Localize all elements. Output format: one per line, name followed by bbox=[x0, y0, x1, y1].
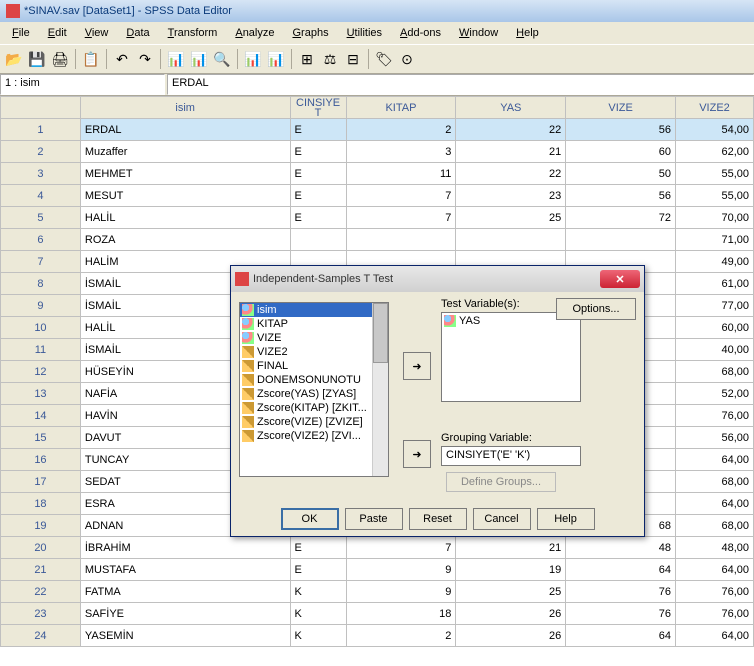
open-icon[interactable]: 📂 bbox=[4, 49, 24, 69]
reset-button[interactable]: Reset bbox=[409, 508, 467, 530]
var-item[interactable]: Zscore(KITAP) [ZKIT... bbox=[240, 401, 388, 415]
cell-bar: 1 : isim ERDAL bbox=[0, 74, 754, 96]
var-item[interactable]: Zscore(VIZE2) [ZVI... bbox=[240, 429, 388, 443]
ok-button[interactable]: OK bbox=[281, 508, 339, 530]
menu-window[interactable]: Window bbox=[451, 25, 506, 41]
col-cinsiyet[interactable]: CINSIYET bbox=[290, 97, 346, 119]
find-icon[interactable]: 🔍 bbox=[212, 49, 232, 69]
scrollbar[interactable] bbox=[372, 303, 388, 476]
scale-icon bbox=[242, 416, 254, 428]
source-var-list[interactable]: isimKITAPVIZEVIZE2FINALDONEMSONUNOTUZsco… bbox=[239, 302, 389, 477]
col-yas[interactable]: YAS bbox=[456, 97, 566, 119]
scale-icon bbox=[242, 430, 254, 442]
grouping-var-label: Grouping Variable: bbox=[441, 432, 532, 444]
dialog-title: Independent-Samples T Test bbox=[253, 273, 393, 285]
table-row[interactable]: 23SAFİYEK18267676,00 bbox=[1, 603, 754, 625]
col-kitap[interactable]: KITAP bbox=[346, 97, 456, 119]
toolbar: 📂 💾 🖨 📋 ↶ ↷ 📊 📊 🔍 📊 📊 ⊞ ⚖ ⊟ 🏷 ⊙ bbox=[0, 44, 754, 74]
help-button[interactable]: Help bbox=[537, 508, 595, 530]
var-item[interactable]: FINAL bbox=[240, 359, 388, 373]
scale-icon bbox=[242, 346, 254, 358]
cell-name-box[interactable]: 1 : isim bbox=[0, 74, 165, 95]
t-test-dialog: Independent-Samples T Test ✕ isimKITAPVI… bbox=[230, 265, 645, 537]
col-isim[interactable]: isim bbox=[80, 97, 290, 119]
redo-icon[interactable]: ↷ bbox=[135, 49, 155, 69]
menu-help[interactable]: Help bbox=[508, 25, 547, 41]
titlebar: *SINAV.sav [DataSet1] - SPSS Data Editor bbox=[0, 0, 754, 22]
var-item[interactable]: Zscore(YAS) [ZYAS] bbox=[240, 387, 388, 401]
goto-var-icon[interactable]: 📊 bbox=[189, 49, 209, 69]
insert-var-icon[interactable]: 📊 bbox=[266, 49, 286, 69]
save-icon[interactable]: 💾 bbox=[27, 49, 47, 69]
menu-add-ons[interactable]: Add-ons bbox=[392, 25, 449, 41]
table-row[interactable]: 20İBRAHİME7214848,00 bbox=[1, 537, 754, 559]
paste-button[interactable]: Paste bbox=[345, 508, 403, 530]
table-row[interactable]: 3MEHMETE11225055,00 bbox=[1, 163, 754, 185]
use-sets-icon[interactable]: ⊙ bbox=[397, 49, 417, 69]
table-row[interactable]: 6ROZA71,00 bbox=[1, 229, 754, 251]
menu-utilities[interactable]: Utilities bbox=[339, 25, 390, 41]
table-row[interactable]: 21MUSTAFAE9196464,00 bbox=[1, 559, 754, 581]
cell-value-box[interactable]: ERDAL bbox=[167, 74, 754, 95]
move-to-group-button[interactable]: ➜ bbox=[403, 440, 431, 468]
options-button[interactable]: Options... bbox=[556, 298, 636, 320]
test-var-label: Test Variable(s): bbox=[441, 298, 520, 310]
nominal-icon bbox=[242, 304, 254, 316]
close-icon[interactable]: ✕ bbox=[600, 270, 640, 288]
var-item[interactable]: VIZE2 bbox=[240, 345, 388, 359]
move-to-test-button[interactable]: ➜ bbox=[403, 352, 431, 380]
nominal-icon bbox=[242, 332, 254, 344]
menu-data[interactable]: Data bbox=[118, 25, 157, 41]
var-item[interactable]: KITAP bbox=[240, 317, 388, 331]
menu-transform[interactable]: Transform bbox=[160, 25, 226, 41]
weight-icon[interactable]: ⚖ bbox=[320, 49, 340, 69]
menu-file[interactable]: File bbox=[4, 25, 38, 41]
undo-icon[interactable]: ↶ bbox=[112, 49, 132, 69]
dialog-recall-icon[interactable]: 📋 bbox=[81, 49, 101, 69]
menu-edit[interactable]: Edit bbox=[40, 25, 75, 41]
col-vize[interactable]: VIZE bbox=[566, 97, 676, 119]
col-vize2[interactable]: VIZE2 bbox=[676, 97, 754, 119]
table-row[interactable]: 1ERDALE2225654,00 bbox=[1, 119, 754, 141]
menu-analyze[interactable]: Analyze bbox=[227, 25, 282, 41]
menu-view[interactable]: View bbox=[77, 25, 117, 41]
define-groups-button[interactable]: Define Groups... bbox=[446, 472, 556, 492]
var-item[interactable]: VIZE bbox=[240, 331, 388, 345]
table-row[interactable]: 2MuzafferE3216062,00 bbox=[1, 141, 754, 163]
insert-case-icon[interactable]: 📊 bbox=[243, 49, 263, 69]
scale-icon bbox=[242, 360, 254, 372]
test-var-item[interactable]: YAS bbox=[459, 315, 480, 327]
menu-graphs[interactable]: Graphs bbox=[284, 25, 336, 41]
scale-icon bbox=[242, 388, 254, 400]
table-row[interactable]: 22FATMAK9257676,00 bbox=[1, 581, 754, 603]
table-row[interactable]: 4MESUTE7235655,00 bbox=[1, 185, 754, 207]
var-item[interactable]: isim bbox=[240, 303, 388, 317]
corner-header[interactable] bbox=[1, 97, 81, 119]
dialog-icon bbox=[235, 272, 249, 286]
scale-icon bbox=[242, 402, 254, 414]
value-labels-icon[interactable]: 🏷 bbox=[374, 49, 394, 69]
dialog-titlebar[interactable]: Independent-Samples T Test ✕ bbox=[231, 266, 644, 292]
goto-case-icon[interactable]: 📊 bbox=[166, 49, 186, 69]
table-row[interactable]: 24YASEMİNK2266464,00 bbox=[1, 625, 754, 647]
split-icon[interactable]: ⊞ bbox=[297, 49, 317, 69]
nominal-icon bbox=[242, 318, 254, 330]
var-item[interactable]: Zscore(VIZE) [ZVIZE] bbox=[240, 415, 388, 429]
table-row[interactable]: 5HALİLE7257270,00 bbox=[1, 207, 754, 229]
app-icon bbox=[6, 4, 20, 18]
window-title: *SINAV.sav [DataSet1] - SPSS Data Editor bbox=[24, 5, 232, 17]
var-item[interactable]: DONEMSONUNOTU bbox=[240, 373, 388, 387]
grouping-var-field[interactable]: CINSIYET('E' 'K') bbox=[441, 446, 581, 466]
cancel-button[interactable]: Cancel bbox=[473, 508, 531, 530]
print-icon[interactable]: 🖨 bbox=[50, 49, 70, 69]
menubar: FileEditViewDataTransformAnalyzeGraphsUt… bbox=[0, 22, 754, 44]
scale-icon bbox=[242, 374, 254, 386]
nominal-icon bbox=[444, 315, 456, 327]
test-var-list[interactable]: YAS bbox=[441, 312, 581, 402]
select-icon[interactable]: ⊟ bbox=[343, 49, 363, 69]
